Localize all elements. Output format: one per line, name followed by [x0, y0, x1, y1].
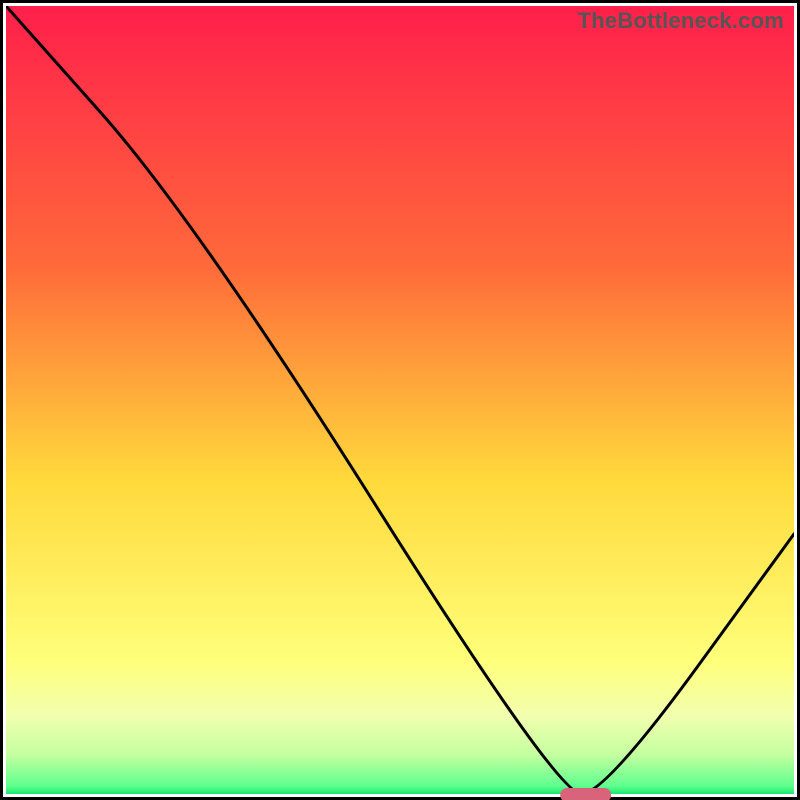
optimal-range-marker	[560, 788, 612, 800]
watermark-text: TheBottleneck.com	[578, 8, 784, 34]
plot-area: TheBottleneck.com	[6, 6, 794, 794]
bottleneck-curve	[6, 6, 794, 794]
chart-frame: TheBottleneck.com	[0, 0, 800, 800]
